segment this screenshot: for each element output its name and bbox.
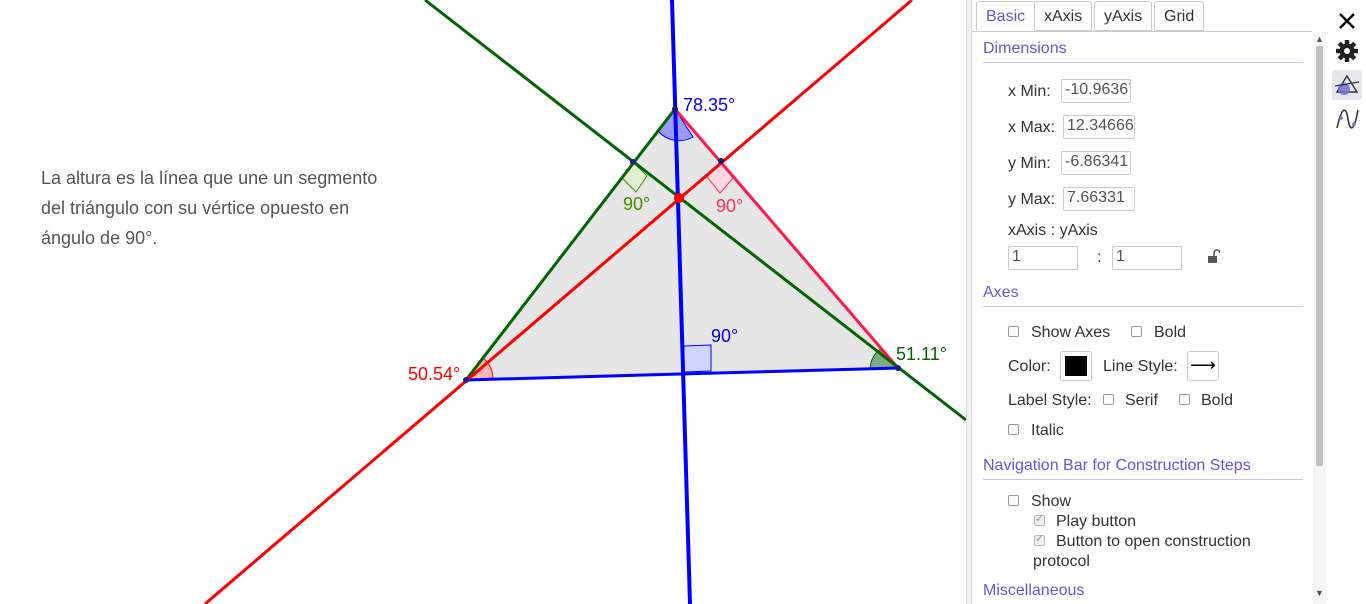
description-line: La altura es la línea que une un segment… xyxy=(41,168,378,188)
tab-grid[interactable]: Grid xyxy=(1154,1,1205,31)
vertex-left[interactable] xyxy=(463,377,469,383)
bold-label: Bold xyxy=(1154,324,1187,341)
line-style-button[interactable]: ⟶ xyxy=(1187,351,1219,381)
scroll-thumb[interactable] xyxy=(1316,46,1323,466)
algebra-curve-icon[interactable] xyxy=(1332,104,1362,134)
serif-label: Serif xyxy=(1125,392,1158,409)
bold-checkbox[interactable] xyxy=(1131,326,1142,337)
close-icon[interactable] xyxy=(1332,4,1362,34)
vertex-top[interactable] xyxy=(672,106,678,112)
color-label: Color: xyxy=(1008,358,1051,375)
color-swatch[interactable] xyxy=(1060,351,1092,381)
open-protocol-label-cont: protocol xyxy=(1033,553,1090,570)
ratio-y-input[interactable]: 1 xyxy=(1112,246,1182,270)
geometry-drawing[interactable]: 78.35° 50.54° 51.11° 90° 90° 90° xyxy=(0,0,966,604)
section-axes: Axes xyxy=(983,284,1019,301)
italic-checkbox[interactable] xyxy=(1008,424,1019,435)
gear-icon[interactable] xyxy=(1332,36,1362,66)
settings-scroll-area[interactable]: Dimensions x Min: -10.96367 x Max: 12.34… xyxy=(972,32,1312,604)
xmax-label: x Max: xyxy=(1008,119,1056,136)
tab-yaxis[interactable]: yAxis xyxy=(1094,1,1153,31)
ymin-label: y Min: xyxy=(1008,155,1051,172)
ratio-separator: : xyxy=(1097,249,1102,266)
label-right-angle-left: 90° xyxy=(623,194,650,214)
properties-panel: Basic xAxis yAxis Grid Dimensions x Min:… xyxy=(972,0,1326,604)
ymax-label: y Max: xyxy=(1008,191,1056,208)
graphics-view[interactable]: 78.35° 50.54° 51.11° 90° 90° 90° La altu… xyxy=(0,0,966,604)
ymax-input[interactable]: 7.66331 xyxy=(1063,187,1135,211)
show-axes-label: Show Axes xyxy=(1031,324,1111,341)
line-style-label: Line Style: xyxy=(1103,358,1178,375)
tab-bar: Basic xAxis yAxis Grid xyxy=(972,0,1312,32)
label-bold-checkbox[interactable] xyxy=(1179,394,1190,405)
section-divider xyxy=(983,479,1303,480)
foot-right[interactable] xyxy=(718,158,724,164)
scroll-down-icon[interactable]: ▼ xyxy=(1315,588,1324,598)
description-line: del triángulo con su vértice opuesto en xyxy=(41,198,350,218)
description-text: La altura es la línea que une un segment… xyxy=(41,163,441,253)
label-left-angle: 50.54° xyxy=(408,364,460,384)
unlock-icon[interactable] xyxy=(1206,248,1221,264)
xmin-input[interactable]: -10.96367 xyxy=(1061,79,1131,103)
label-right-angle-bottom: 90° xyxy=(711,326,738,346)
vertex-right[interactable] xyxy=(895,365,901,371)
play-button-label: Play button xyxy=(1056,513,1137,530)
italic-label: Italic xyxy=(1031,422,1064,439)
label-top-angle: 78.35° xyxy=(683,95,735,115)
label-style-label: Label Style: xyxy=(1008,392,1092,409)
graphics-icon[interactable] xyxy=(1332,70,1362,100)
orthocenter[interactable] xyxy=(674,193,684,203)
label-right-angle-right: 90° xyxy=(716,196,743,216)
foot-left[interactable] xyxy=(630,159,636,165)
section-misc: Miscellaneous xyxy=(983,582,1085,599)
play-button-checkbox[interactable] xyxy=(1034,512,1045,526)
label-bold-label: Bold xyxy=(1201,392,1234,409)
nav-show-checkbox[interactable] xyxy=(1008,495,1019,506)
right-angle-marker-bottom xyxy=(683,344,712,373)
section-dimensions: Dimensions xyxy=(983,40,1067,57)
tab-xaxis[interactable]: xAxis xyxy=(1034,1,1093,31)
axis-ratio-label: xAxis : yAxis xyxy=(1008,222,1098,239)
section-divider xyxy=(983,306,1303,307)
scroll-up-icon[interactable]: ▲ xyxy=(1315,34,1324,44)
view-sidebar xyxy=(1326,0,1366,604)
serif-checkbox[interactable] xyxy=(1103,394,1114,405)
ratio-x-input[interactable]: 1 xyxy=(1008,246,1078,270)
label-right-angle: 51.11° xyxy=(896,344,947,364)
open-protocol-checkbox[interactable] xyxy=(1034,532,1045,546)
nav-show-label: Show xyxy=(1031,493,1072,510)
description-line: ángulo de 90°. xyxy=(41,228,158,248)
panel-scrollbar[interactable]: ▲ ▼ xyxy=(1313,32,1326,604)
tab-basic[interactable]: Basic xyxy=(976,1,1036,31)
xmax-input[interactable]: 12.34666 xyxy=(1063,115,1135,139)
ymin-input[interactable]: -6.86341 xyxy=(1061,151,1131,175)
open-protocol-label: Button to open construction xyxy=(1056,533,1251,550)
section-navigation: Navigation Bar for Construction Steps xyxy=(983,457,1251,474)
xmin-label: x Min: xyxy=(1008,83,1051,100)
show-axes-checkbox[interactable] xyxy=(1008,326,1019,337)
section-divider xyxy=(983,62,1303,63)
